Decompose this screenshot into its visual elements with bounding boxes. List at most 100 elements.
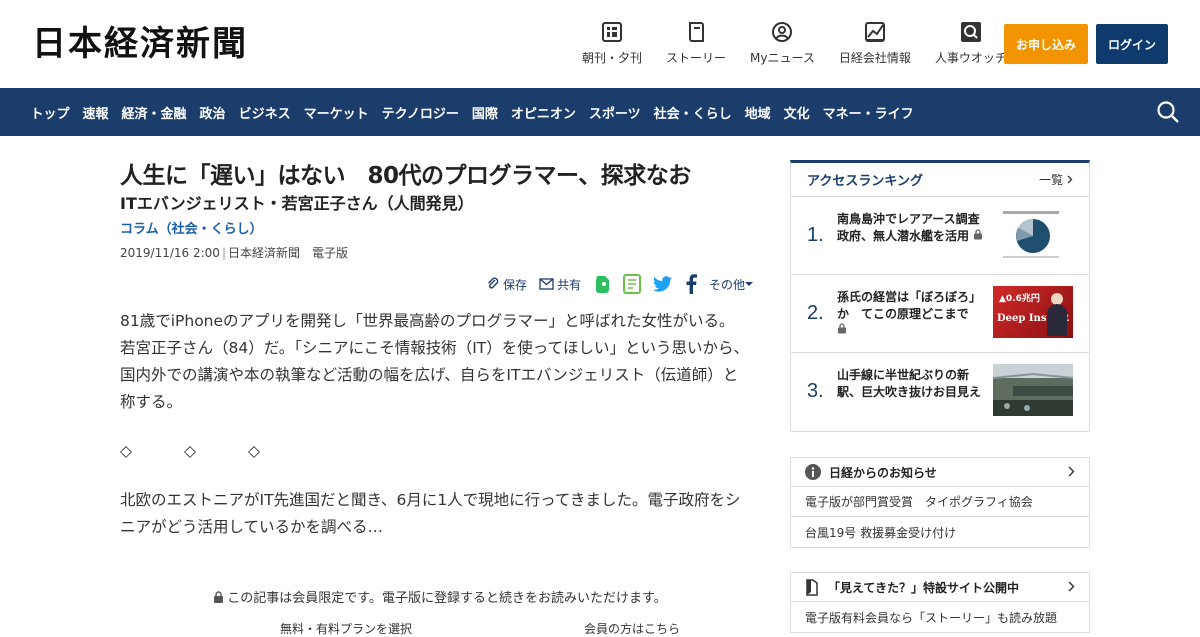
- plan-select-link[interactable]: 無料・有料プランを選択: [280, 620, 412, 637]
- lock-icon: [838, 323, 846, 334]
- user-icon: [770, 20, 794, 44]
- article-paragraph: 北欧のエストニアがIT先進国だと聞き、6月に1人で現地に行ってきました。電子政府…: [120, 491, 741, 536]
- special-box: 「見えてきた？」特設サイト公開中 電子版有料会員なら「ストーリー」も読み放題: [790, 572, 1090, 633]
- main-navbar: トップ 速報 経済・金融 政治 ビジネス マーケット テクノロジー 国際 オピニ…: [0, 88, 1200, 136]
- mail-icon: [539, 278, 554, 290]
- navbar-item[interactable]: マーケット: [297, 103, 375, 122]
- header-nav: 朝刊・夕刊 ストーリー Myニュース 日経会社情報 人事ウオッチ: [570, 20, 1019, 66]
- header-nav-label: ストーリー: [666, 51, 727, 65]
- navbar-item[interactable]: テクノロジー: [375, 103, 465, 122]
- header-nav-label: 朝刊・夕刊: [582, 51, 643, 65]
- section-separator: ◇ ◇ ◇: [120, 438, 750, 465]
- special-header[interactable]: 「見えてきた？」特設サイト公開中: [791, 573, 1089, 602]
- subscribe-button[interactable]: お申し込み: [1004, 24, 1088, 64]
- header-nav-story[interactable]: ストーリー: [654, 20, 738, 66]
- newspaper-icon: [600, 20, 624, 44]
- bookmark-book-icon: [806, 578, 818, 596]
- lock-icon: [974, 228, 983, 239]
- paywall-text: この記事は会員限定です。電子版に登録すると続きをお読みいただけます。: [227, 591, 667, 606]
- header-nav-newspaper[interactable]: 朝刊・夕刊: [570, 20, 654, 66]
- article-meta: 2019/11/16 2:00 | 日本経済新聞 電子版: [120, 246, 348, 260]
- special-title: 「見えてきた？」特設サイト公開中: [828, 580, 1020, 595]
- navbar-item[interactable]: スポーツ: [582, 103, 647, 122]
- article: 人生に「遅い」はない 80代のプログラマー、探求なお ITエバンジェリスト・若宮…: [120, 160, 760, 636]
- header-nav-label: Myニュース: [750, 51, 815, 65]
- notice-row[interactable]: 電子版が部門賞受賞 タイポグラフィ協会: [791, 487, 1089, 517]
- paywall-links: 無料・有料プランを選択 会員の方はこちら: [280, 620, 680, 637]
- ranking-number: 1.: [807, 224, 824, 246]
- ranking-thumbnail: [992, 364, 1074, 416]
- share-button[interactable]: 共有: [539, 276, 581, 293]
- search-icon[interactable]: [1156, 100, 1180, 124]
- evernote-icon[interactable]: [593, 274, 611, 294]
- navbar-item[interactable]: 経済・金融: [115, 103, 193, 122]
- ranking-item[interactable]: 1. 南鳥島沖でレアアース調査 政府、無人潜水艦を活用: [791, 197, 1089, 275]
- more-menu-button[interactable]: その他: [709, 276, 756, 293]
- special-row[interactable]: 電子版有料会員なら「ストーリー」も読み放題: [791, 602, 1089, 632]
- navbar-item[interactable]: トップ: [24, 103, 76, 122]
- notice-header[interactable]: 日経からのお知らせ: [791, 458, 1089, 487]
- navbar-item[interactable]: マネー・ライフ: [816, 103, 920, 122]
- paperclip-icon: [487, 277, 499, 289]
- article-tools: 保存 共有 その他: [474, 274, 756, 294]
- article-category-link[interactable]: コラム（社会・くらし）: [120, 220, 760, 240]
- save-label: 保存: [502, 277, 527, 292]
- navbar-item[interactable]: オピニオン: [504, 103, 582, 122]
- site-header: 日本経済新聞 朝刊・夕刊 ストーリー Myニュース 日経会社情報 人事ウオッチ …: [0, 0, 1200, 88]
- notice-row[interactable]: 台風19号 救援募金受け付け: [791, 517, 1089, 547]
- navbar-item[interactable]: 政治: [193, 103, 232, 122]
- caret-down-icon: [745, 282, 753, 286]
- ranking-number: 2.: [807, 302, 824, 324]
- ranking-header: アクセスランキング 一覧: [791, 163, 1089, 197]
- ranking-item[interactable]: 3. 山手線に半世紀ぶりの新駅、巨大吹き抜けお目見え: [791, 353, 1089, 431]
- twitter-icon[interactable]: [652, 276, 673, 292]
- navbar-item[interactable]: 社会・くらし: [647, 103, 738, 122]
- navbar-item[interactable]: 国際: [465, 103, 504, 122]
- more-label: その他: [708, 277, 745, 292]
- paywall-notice: この記事は会員限定です。電子版に登録すると続きをお読みいただけます。: [120, 587, 760, 606]
- diamond-mark: ◇: [184, 442, 196, 460]
- ranking-headline: 南鳥島沖でレアアース調査 政府、無人潜水艦を活用: [837, 211, 992, 244]
- ranking-headline: 孫氏の経営は「ぼろぼろ」か てこの原理どこまで: [837, 289, 987, 339]
- navbar-item[interactable]: ビジネス: [232, 103, 297, 122]
- ranking-headline: 山手線に半世紀ぶりの新駅、巨大吹き抜けお目見え: [837, 368, 982, 399]
- header-nav-label: 日経会社情報: [838, 51, 911, 65]
- facebook-icon[interactable]: [685, 274, 697, 294]
- info-icon: [805, 464, 821, 480]
- save-button[interactable]: 保存: [486, 276, 527, 293]
- article-title: 人生に「遅い」はない 80代のプログラマー、探求なお: [120, 163, 691, 189]
- article-body: 81歳でiPhoneのアプリを開発し「世界最高齢のプログラマー」と呼ばれた女性が…: [120, 308, 750, 541]
- header-nav-company[interactable]: 日経会社情報: [827, 20, 923, 66]
- ranking-headline-text: 南鳥島沖でレアアース調査 政府、無人潜水艦を活用: [837, 212, 992, 243]
- ranking-headline-text: 孫氏の経営は「ぼろぼろ」か てこの原理どこまで: [837, 290, 982, 321]
- ranking-title: アクセスランキング: [807, 174, 923, 189]
- navbar-item[interactable]: 地域: [738, 103, 777, 122]
- article-subtitle: ITエバンジェリスト・若宮正子さん（人間発見）: [120, 194, 474, 213]
- ranking-number: 3.: [807, 380, 824, 402]
- ranking-more-label: 一覧: [1039, 173, 1064, 187]
- diamond-mark: ◇: [248, 442, 260, 460]
- ranking-thumbnail: [993, 208, 1073, 260]
- article-source: 日本経済新聞 電子版: [227, 246, 348, 260]
- note-icon[interactable]: [622, 274, 641, 294]
- ranking-item[interactable]: 2. 孫氏の経営は「ぼろぼろ」か てこの原理どこまで ▲0.6兆円 Deep I…: [791, 275, 1089, 353]
- chevron-right-icon: [1068, 581, 1075, 592]
- ranking-more-link[interactable]: 一覧: [1039, 171, 1073, 188]
- navbar-list: トップ 速報 経済・金融 政治 ビジネス マーケット テクノロジー 国際 オピニ…: [24, 88, 920, 136]
- navbar-item[interactable]: 速報: [76, 103, 115, 122]
- thumbnail-caption: ▲0.6兆円: [999, 294, 1040, 304]
- member-login-link[interactable]: 会員の方はこちら: [584, 620, 680, 637]
- book-icon: [684, 20, 708, 44]
- notice-title: 日経からのお知らせ: [829, 465, 937, 480]
- site-logo[interactable]: 日本経済新聞: [32, 26, 248, 62]
- article-date: 2019/11/16 2:00: [120, 246, 220, 260]
- access-ranking: アクセスランキング 一覧 1. 南鳥島沖でレアアース調査 政府、無人潜水艦を活用…: [790, 160, 1090, 432]
- header-nav-mynews[interactable]: Myニュース: [738, 20, 827, 66]
- navbar-item[interactable]: 文化: [777, 103, 816, 122]
- article-paragraph: 81歳でiPhoneのアプリを開発し「世界最高齢のプログラマー」と呼ばれた女性が…: [120, 312, 749, 411]
- diamond-mark: ◇: [120, 442, 132, 460]
- login-button[interactable]: ログイン: [1096, 24, 1168, 64]
- notice-box: 日経からのお知らせ 電子版が部門賞受賞 タイポグラフィ協会 台風19号 救援募金…: [790, 457, 1090, 548]
- chevron-right-icon: [1068, 466, 1075, 477]
- search-icon: [959, 20, 983, 44]
